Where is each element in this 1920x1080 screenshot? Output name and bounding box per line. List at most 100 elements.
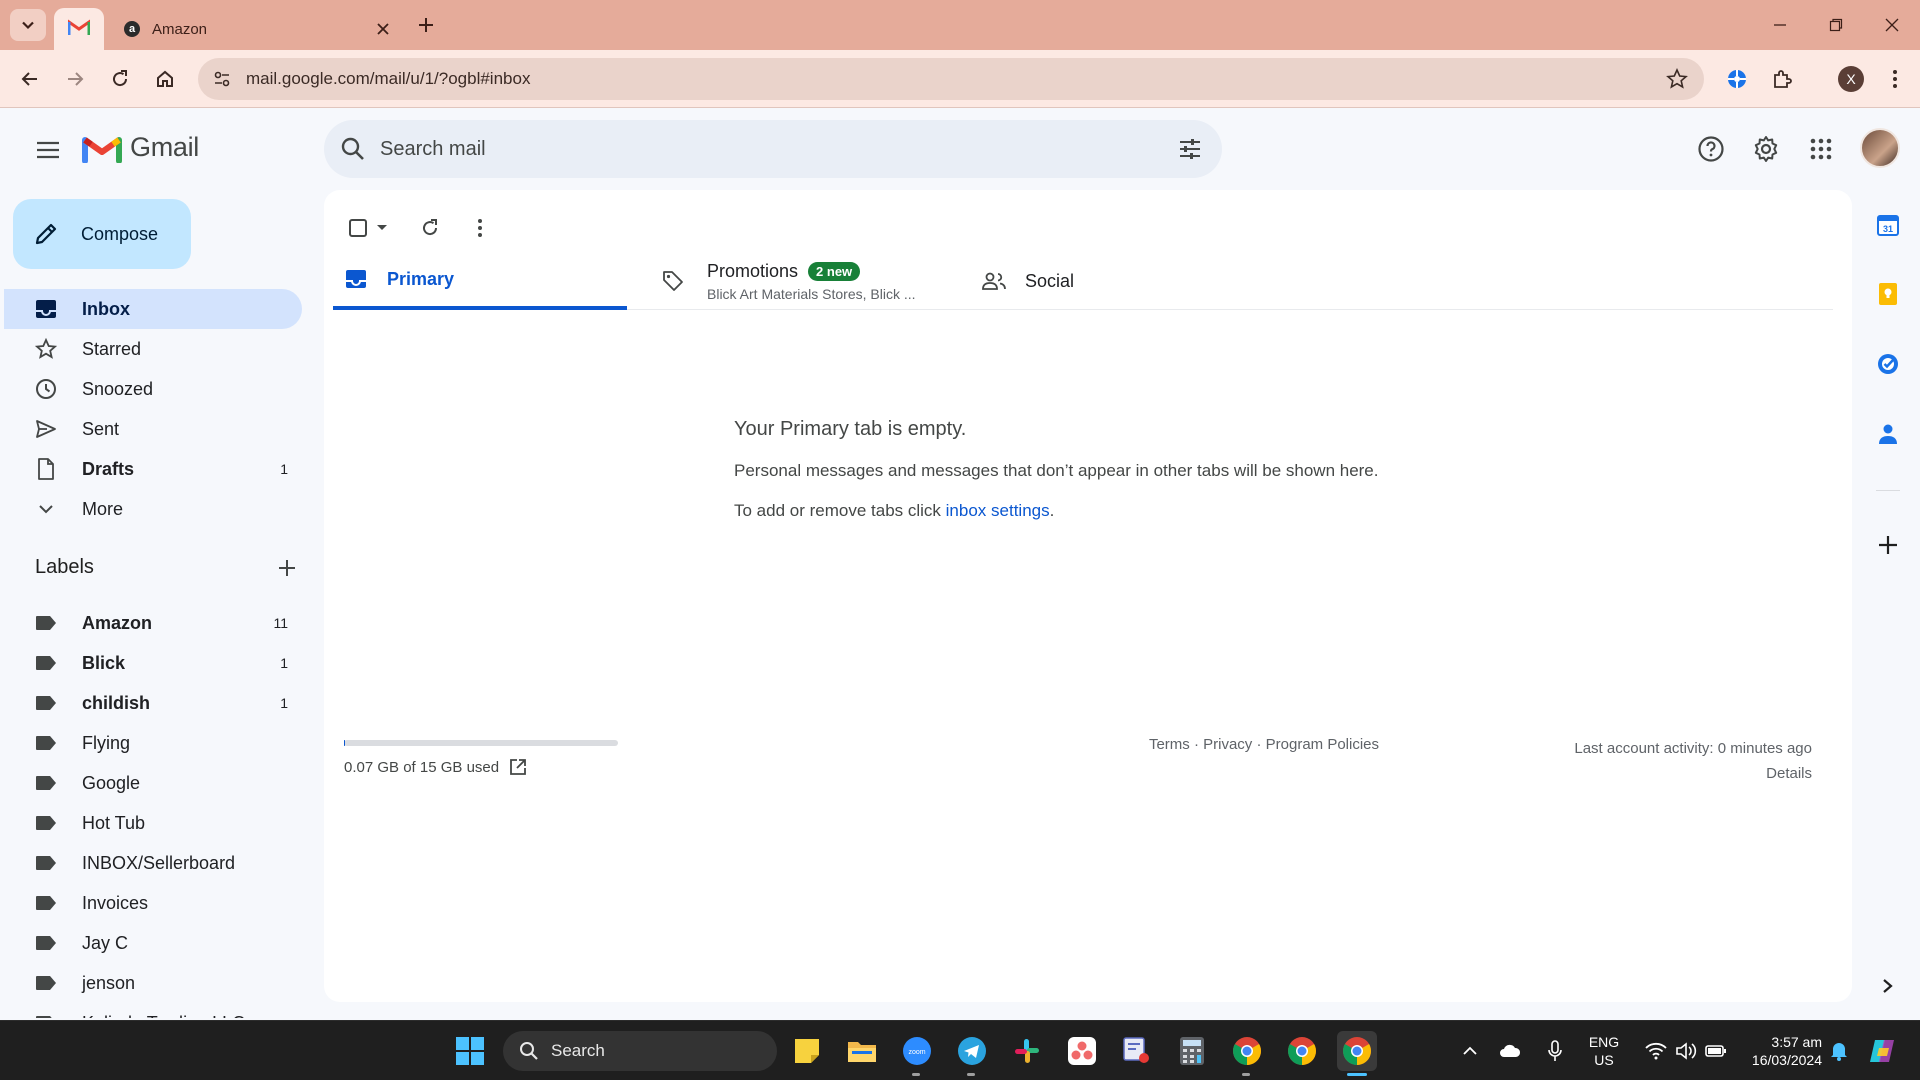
browser-menu-button[interactable] — [1878, 62, 1912, 96]
tab-search-dropdown-button[interactable] — [10, 9, 46, 41]
reload-button[interactable] — [103, 62, 137, 96]
label-item[interactable]: Flying — [4, 723, 302, 763]
search-options-icon[interactable] — [1178, 137, 1202, 161]
extension-button[interactable] — [1720, 62, 1754, 96]
account-avatar[interactable] — [1860, 128, 1900, 168]
label-item[interactable]: Invoices — [4, 883, 302, 923]
back-button[interactable] — [13, 62, 47, 96]
contacts-app-button[interactable] — [1870, 416, 1906, 452]
show-hidden-icons-button[interactable] — [1455, 1031, 1485, 1071]
keep-app-button[interactable] — [1870, 276, 1906, 312]
send-icon — [34, 417, 58, 441]
onedrive-tray[interactable] — [1495, 1031, 1525, 1071]
tab-social[interactable]: Social — [973, 252, 1223, 310]
home-button[interactable] — [148, 62, 182, 96]
gmail-logo[interactable]: Gmail — [82, 132, 199, 163]
windows-taskbar: Search zoom ENG US 3:57 am 16/03/2024 — [0, 1020, 1920, 1080]
clock-tray[interactable]: 3:57 am 16/03/2024 — [1738, 1033, 1822, 1069]
help-icon — [1698, 136, 1724, 162]
calculator-app[interactable] — [1172, 1031, 1212, 1071]
minimize-button[interactable] — [1752, 0, 1808, 50]
quick-settings-tray[interactable] — [1636, 1031, 1736, 1071]
start-button[interactable] — [450, 1031, 490, 1071]
footer-links[interactable]: Terms · Privacy · Program Policies — [964, 736, 1564, 753]
taskbar-search[interactable]: Search — [503, 1031, 777, 1071]
forward-button[interactable] — [58, 62, 92, 96]
side-panel-divider — [1876, 490, 1900, 491]
label-item[interactable]: Blick 1 — [4, 643, 302, 683]
empty-state: Your Primary tab is empty. Personal mess… — [734, 418, 1534, 521]
search-input[interactable]: Search mail — [380, 138, 1178, 161]
profile-avatar[interactable]: X — [1838, 66, 1864, 92]
address-bar[interactable]: mail.google.com/mail/u/1/?ogbl#inbox — [198, 58, 1704, 100]
settings-button[interactable] — [1745, 128, 1787, 170]
refresh-button[interactable] — [410, 208, 450, 248]
inbox-settings-link[interactable]: inbox settings — [946, 501, 1050, 520]
tab-promotions[interactable]: Promotions 2 new Blick Art Materials Sto… — [653, 252, 953, 310]
tasks-app-button[interactable] — [1870, 346, 1906, 382]
close-window-button[interactable] — [1864, 0, 1920, 50]
label-item[interactable]: Jay C — [4, 923, 302, 963]
get-addons-button[interactable] — [1870, 527, 1906, 563]
more-actions-button[interactable] — [460, 208, 500, 248]
label-item[interactable]: Hot Tub — [4, 803, 302, 843]
search-icon[interactable] — [340, 136, 366, 162]
calendar-app-button[interactable]: 31 — [1870, 207, 1906, 243]
nav-item-starred[interactable]: Starred — [4, 329, 302, 369]
copilot-button[interactable] — [1862, 1031, 1902, 1071]
search-bar[interactable]: Search mail — [324, 120, 1222, 178]
new-tab-button[interactable] — [412, 11, 440, 39]
extensions-menu-button[interactable] — [1765, 62, 1799, 96]
tab-primary[interactable]: Primary — [333, 252, 627, 310]
main-menu-button[interactable] — [28, 130, 68, 170]
contacts-icon — [1879, 424, 1897, 444]
manage-storage-link[interactable] — [509, 758, 527, 776]
arrow-right-icon — [68, 72, 84, 86]
sticky-notes-app[interactable] — [787, 1031, 827, 1071]
people-icon — [982, 272, 1006, 290]
restore-icon — [1829, 18, 1843, 32]
microphone-tray[interactable] — [1540, 1031, 1570, 1071]
label-item[interactable]: INBOX/Sellerboard — [4, 843, 302, 883]
label-tag-icon — [34, 771, 58, 795]
label-item[interactable]: Google — [4, 763, 302, 803]
chrome-app-active[interactable] — [1337, 1031, 1377, 1071]
snipping-tool-app[interactable] — [1117, 1031, 1157, 1071]
language-indicator[interactable]: ENG US — [1582, 1033, 1626, 1069]
nav-item-inbox[interactable]: Inbox — [4, 289, 302, 329]
label-name: Kalinda Trading LLC — [82, 1013, 288, 1019]
nav-item-snoozed[interactable]: Snoozed — [4, 369, 302, 409]
telegram-app[interactable] — [952, 1031, 992, 1071]
compose-button[interactable]: Compose — [13, 199, 191, 269]
activity-details-link[interactable]: Details — [1574, 761, 1812, 786]
active-indicator — [1347, 1073, 1367, 1076]
label-item[interactable]: Amazon 11 — [4, 603, 302, 643]
google-apps-button[interactable] — [1800, 128, 1842, 170]
nav-item-drafts[interactable]: Drafts 1 — [4, 449, 302, 489]
chrome-app-2[interactable] — [1282, 1031, 1322, 1071]
site-info-icon[interactable] — [212, 69, 232, 89]
labels-list: Amazon 11 Blick 1 childish 1 Flying Google Hot T… — [4, 603, 302, 1018]
browser-tab-gmail[interactable] — [54, 8, 104, 50]
asana-app[interactable] — [1062, 1031, 1102, 1071]
nav-item-more[interactable]: More — [4, 489, 302, 529]
zoom-app[interactable]: zoom — [897, 1031, 937, 1071]
support-button[interactable] — [1690, 128, 1732, 170]
slack-app[interactable] — [1007, 1031, 1047, 1071]
label-item[interactable]: childish 1 — [4, 683, 302, 723]
hide-side-panel-button[interactable] — [1870, 968, 1906, 1004]
select-checkbox-dropdown[interactable] — [338, 208, 398, 248]
browser-tab-amazon[interactable]: a Amazon — [112, 8, 397, 50]
chrome-icon — [1343, 1037, 1371, 1065]
create-label-button[interactable] — [277, 558, 297, 578]
notifications-button[interactable] — [1826, 1031, 1852, 1071]
bookmark-star-icon[interactable] — [1666, 68, 1688, 90]
label-item[interactable]: Kalinda Trading LLC — [4, 1003, 302, 1018]
label-item[interactable]: jenson — [4, 963, 302, 1003]
restore-button[interactable] — [1808, 0, 1864, 50]
file-explorer-app[interactable] — [842, 1031, 882, 1071]
nav-item-sent[interactable]: Sent — [4, 409, 302, 449]
close-tab-icon[interactable] — [377, 23, 389, 35]
label-tag-icon — [34, 651, 58, 675]
chrome-app-1[interactable] — [1227, 1031, 1267, 1071]
